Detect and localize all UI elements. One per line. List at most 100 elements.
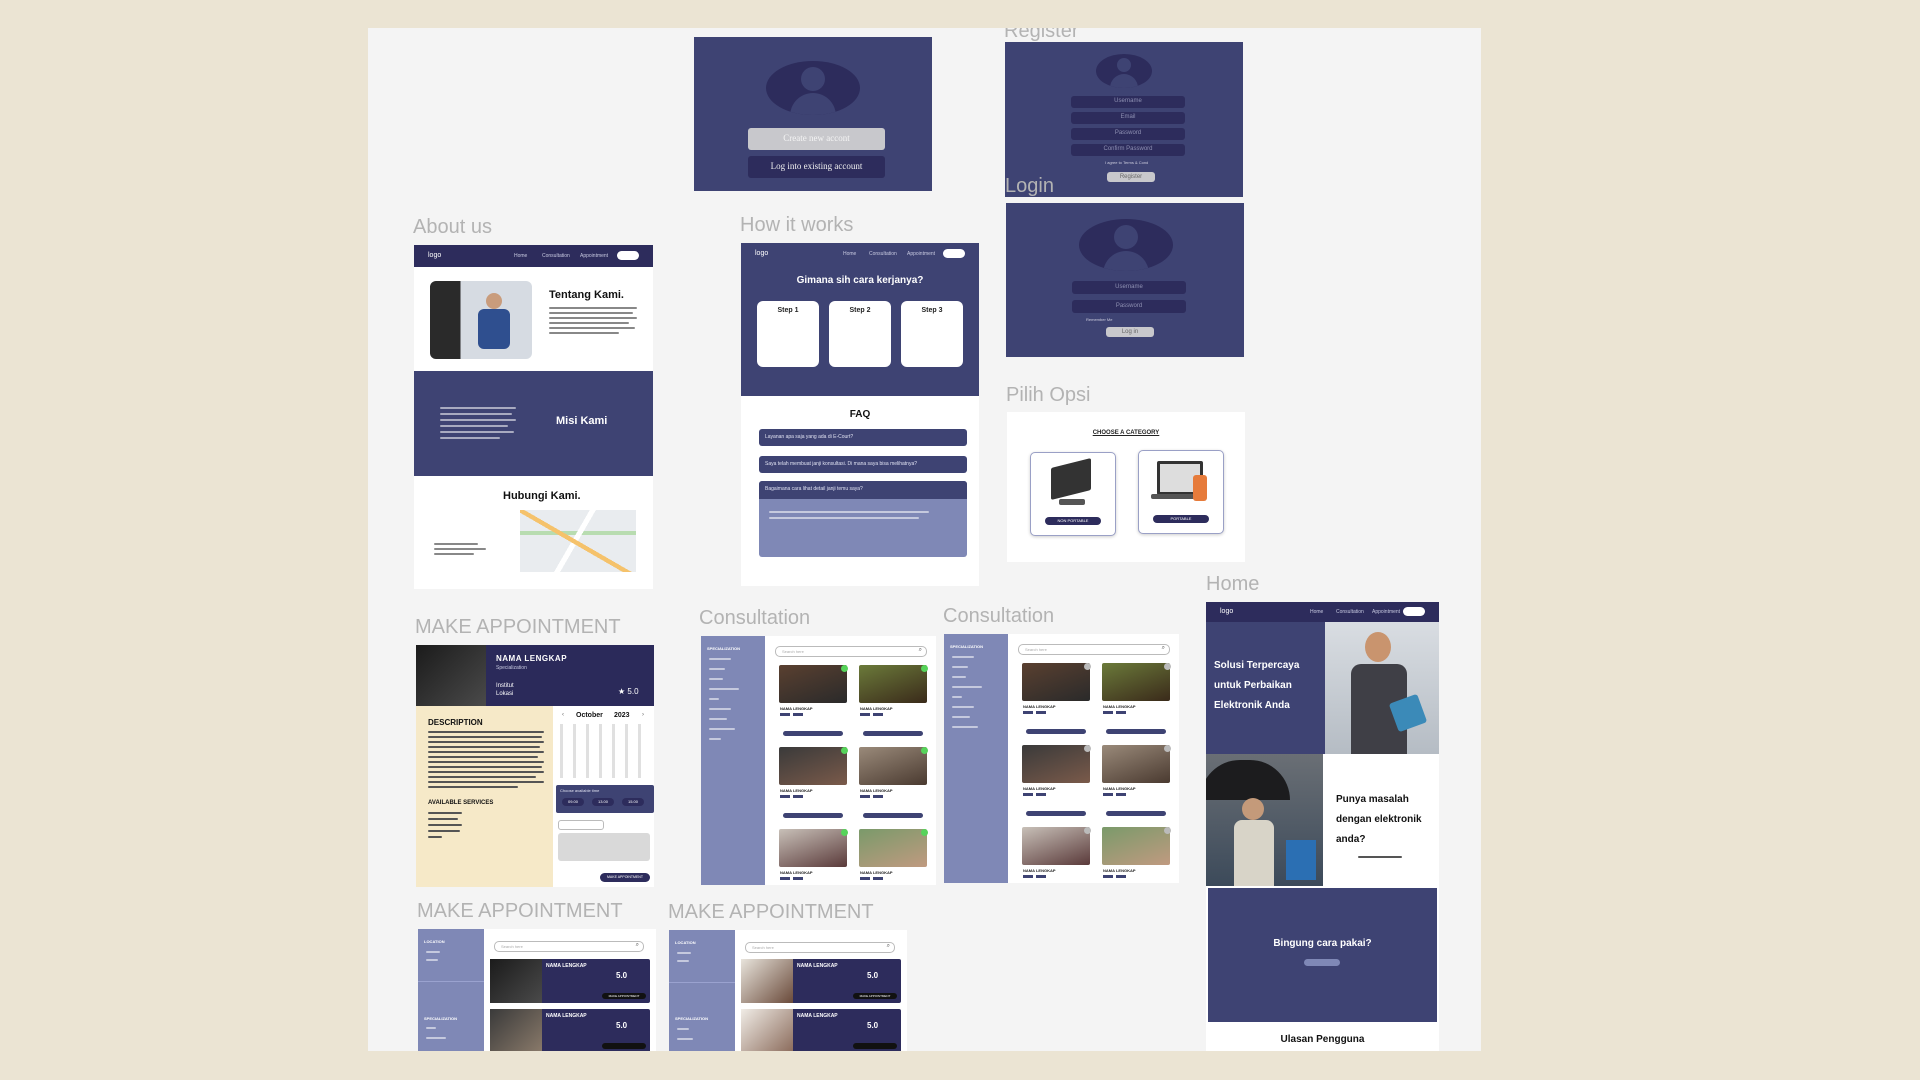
sidebar-filter[interactable] — [677, 1038, 693, 1040]
help-button[interactable] — [1304, 959, 1340, 966]
logo[interactable]: logo — [428, 252, 441, 259]
sidebar-filter[interactable] — [426, 1027, 436, 1029]
search-input[interactable]: Search here ⌕ — [494, 941, 644, 952]
nav-appointment[interactable]: Appointment — [1372, 609, 1400, 615]
sidebar-filter[interactable] — [952, 706, 974, 708]
make-appointment-button[interactable]: MAKE APPOINTMENT — [600, 873, 650, 882]
notes-textarea[interactable] — [558, 833, 650, 861]
sidebar-filter[interactable] — [709, 658, 731, 660]
register-frame[interactable]: Username Email Password Confirm Password… — [1005, 42, 1243, 197]
technician-card[interactable]: NAMA LENGKAP — [855, 662, 931, 740]
nav-appointment[interactable]: Appointment — [907, 251, 935, 257]
home-frame[interactable]: logo Home Consultation Appointment Solus… — [1206, 602, 1439, 1051]
sidebar-filter[interactable] — [709, 678, 723, 680]
next-month-icon[interactable]: › — [642, 712, 644, 718]
logo[interactable]: logo — [755, 250, 768, 257]
apt-list2-frame[interactable]: LOCATION SPECIALIZATION Search here ⌕ NAM… — [669, 930, 907, 1051]
technician-card[interactable]: NAMA LENGKAP — [855, 744, 931, 822]
calendar-grid[interactable] — [560, 724, 650, 778]
card-button[interactable] — [1106, 729, 1166, 734]
nav-consultation[interactable]: Consultation — [1336, 609, 1364, 615]
card-button[interactable] — [1026, 729, 1086, 734]
appointment-frame[interactable]: NAMA LENGKAP Specialization Institut Lok… — [416, 645, 654, 887]
non-portable-button[interactable]: NON PORTABLE — [1045, 517, 1101, 525]
sidebar-filter[interactable] — [709, 728, 735, 730]
calendar[interactable]: October 2023 ‹ › — [556, 710, 652, 780]
technician-card[interactable]: NAMA LENGKAP — [1018, 824, 1094, 883]
faq-item-3-expanded[interactable]: Bagaimana cara lihat detail janji temu s… — [759, 481, 967, 557]
make-appointment-button[interactable]: MAKE APPOINTMENT — [602, 993, 646, 999]
landing-frame[interactable]: Create new accont Log into existing acco… — [694, 37, 932, 191]
agree-checkbox[interactable]: I agree to Terms & Cond — [1105, 160, 1148, 165]
remember-checkbox[interactable]: Remember Me — [1086, 317, 1112, 322]
register-email-field[interactable]: Email — [1071, 112, 1185, 124]
about-frame[interactable]: logo Home Consultation Appointment Tenta… — [414, 245, 653, 589]
create-account-button[interactable]: Create new accont — [748, 128, 885, 150]
service-select[interactable] — [558, 820, 604, 830]
consult2-frame[interactable]: SPECIALIZATION Search here ⌕ NAMA LENGKAP… — [944, 634, 1179, 883]
make-appointment-button[interactable] — [602, 1043, 646, 1049]
login-password-field[interactable]: Password — [1072, 300, 1186, 313]
sidebar-filter[interactable] — [709, 738, 721, 740]
card-button[interactable] — [1026, 811, 1086, 816]
technician-card[interactable]: NAMA LENGKAP — [775, 662, 851, 740]
nav-appointment[interactable]: Appointment — [580, 253, 608, 259]
register-password-field[interactable]: Password — [1071, 128, 1185, 140]
time-slot-2[interactable]: 13.00 — [592, 798, 614, 806]
nav-home[interactable]: Home — [843, 251, 856, 257]
faq-item-1[interactable]: Layanan apa saja yang ada di E-Court? — [759, 429, 967, 446]
technician-card[interactable]: NAMA LENGKAP — [775, 826, 851, 885]
card-button[interactable] — [863, 813, 923, 818]
login-frame[interactable]: Username Password Remember Me Log in — [1006, 203, 1244, 357]
sidebar-filter[interactable] — [952, 716, 970, 718]
sidebar-filter[interactable] — [426, 959, 438, 961]
technician-card[interactable]: NAMA LENGKAP — [1018, 742, 1094, 820]
appointment-row[interactable]: NAMA LENGKAP 5.0 — [490, 1009, 650, 1051]
search-input[interactable]: Search here ⌕ — [775, 646, 927, 657]
nav-home[interactable]: Home — [514, 253, 527, 259]
prev-month-icon[interactable]: ‹ — [562, 712, 564, 718]
non-portable-option[interactable]: NON PORTABLE — [1030, 452, 1116, 536]
sidebar-filter[interactable] — [709, 668, 725, 670]
technician-card[interactable]: NAMA LENGKAP — [1018, 660, 1094, 738]
how-frame[interactable]: logo Home Consultation Appointment Giman… — [741, 243, 979, 586]
technician-card[interactable]: NAMA LENGKAP — [1098, 660, 1174, 738]
card-button[interactable] — [783, 813, 843, 818]
portable-option[interactable]: PORTABLE — [1138, 450, 1224, 534]
sidebar-filter[interactable] — [426, 951, 440, 953]
logo[interactable]: logo — [1220, 608, 1233, 615]
make-appointment-button[interactable]: MAKE APPOINTMENT — [853, 993, 897, 999]
pilih-opsi-frame[interactable]: CHOOSE A CATEGORY NON PORTABLE PORTABLE — [1007, 412, 1245, 562]
sidebar-filter[interactable] — [952, 676, 966, 678]
register-button[interactable]: Register — [1107, 172, 1155, 182]
login-pill-button[interactable] — [617, 251, 639, 260]
sidebar-filter[interactable] — [677, 952, 691, 954]
login-existing-button[interactable]: Log into existing account — [748, 156, 885, 178]
sidebar-filter[interactable] — [952, 686, 982, 688]
login-username-field[interactable]: Username — [1072, 281, 1186, 294]
sidebar-filter[interactable] — [677, 1028, 689, 1030]
nav-home[interactable]: Home — [1310, 609, 1323, 615]
sidebar-filter[interactable] — [952, 696, 962, 698]
technician-card[interactable]: NAMA LENGKAP — [855, 826, 931, 885]
consult1-frame[interactable]: SPECIALIZATION Search here ⌕ NAMA LENGKAP… — [701, 636, 936, 885]
make-appointment-button[interactable] — [853, 1043, 897, 1049]
sidebar-filter[interactable] — [709, 688, 739, 690]
apt-list1-frame[interactable]: LOCATION SPECIALIZATION Search here ⌕ NAM… — [418, 929, 656, 1051]
nav-consultation[interactable]: Consultation — [869, 251, 897, 257]
problem-link[interactable] — [1358, 856, 1402, 858]
register-confirm-field[interactable]: Confirm Password — [1071, 144, 1185, 156]
technician-card[interactable]: NAMA LENGKAP — [1098, 824, 1174, 883]
appointment-row[interactable]: NAMA LENGKAP 5.0 — [741, 1009, 901, 1051]
sidebar-filter[interactable] — [952, 666, 968, 668]
login-pill-button[interactable] — [1403, 607, 1425, 616]
sidebar-filter[interactable] — [709, 698, 719, 700]
faq-item-2[interactable]: Saya telah membuat janji konsultasi. Di … — [759, 456, 967, 473]
sidebar-filter[interactable] — [952, 656, 974, 658]
time-slot-1[interactable]: 09.00 — [562, 798, 584, 806]
card-button[interactable] — [863, 731, 923, 736]
time-slot-3[interactable]: 15.00 — [622, 798, 644, 806]
sidebar-filter[interactable] — [952, 726, 978, 728]
search-input[interactable]: Search here ⌕ — [745, 942, 895, 953]
search-input[interactable]: Search here ⌕ — [1018, 644, 1170, 655]
